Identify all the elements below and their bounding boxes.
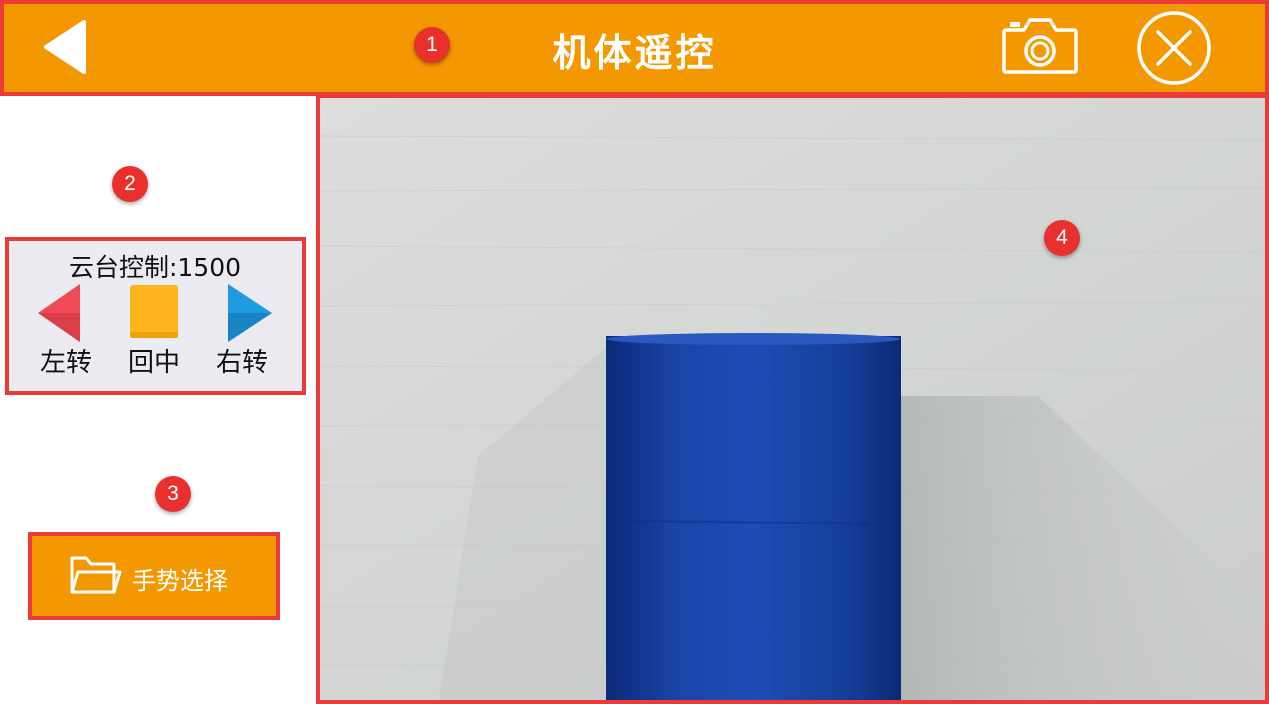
right-triangle-icon: [228, 284, 272, 342]
marker-3: 3: [155, 476, 191, 512]
marker-4: 4: [1044, 220, 1080, 256]
gimbal-value-label: 云台控制:1500: [68, 253, 242, 282]
gimbal-control-panel: 云台控制:1500 左转 回中 右转: [8, 240, 302, 392]
left-triangle-icon: [38, 284, 80, 342]
center-button[interactable]: 回中: [116, 284, 192, 380]
turn-left-button[interactable]: 左转: [28, 284, 104, 380]
camera-button[interactable]: [1000, 12, 1080, 78]
marker-2: 2: [112, 166, 148, 202]
close-circle-icon: [1137, 11, 1211, 85]
marker-1: 1: [414, 27, 450, 63]
close-button[interactable]: [1134, 8, 1214, 88]
camera-icon: [1002, 18, 1078, 74]
turn-right-label: 右转: [215, 348, 268, 378]
gesture-select-label: 手势选择: [132, 567, 228, 595]
gesture-select-button[interactable]: 手势选择: [32, 536, 276, 616]
center-label: 回中: [127, 348, 180, 378]
turn-left-label: 左转: [39, 348, 92, 378]
center-square-icon: [130, 285, 178, 338]
header-bar: 机体遥控: [0, 0, 1269, 94]
turn-right-button[interactable]: 右转: [204, 284, 280, 380]
remote-control-screen: 机体遥控 云台控制:1500 左转 回中 右转 手势选择 1 2 3 4: [0, 0, 1269, 704]
folder-icon: [70, 556, 122, 594]
camera-feed-image: [318, 96, 1269, 704]
camera-feed-view[interactable]: [318, 96, 1269, 704]
